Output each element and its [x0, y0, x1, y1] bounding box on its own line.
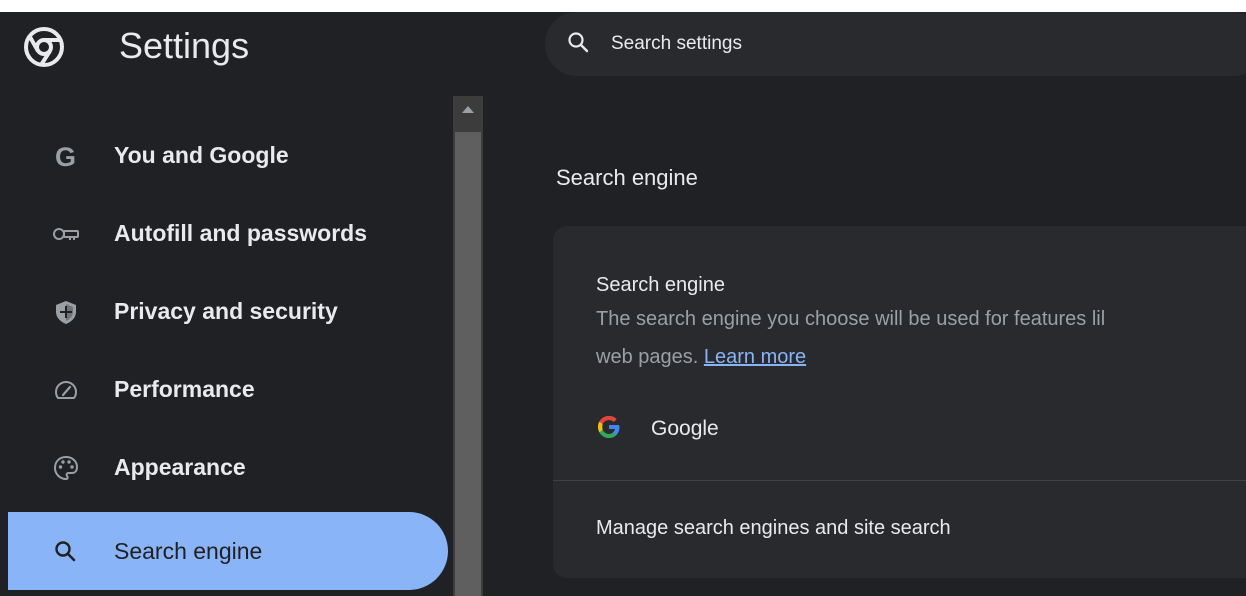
scrollbar-thumb[interactable] — [455, 132, 481, 596]
palette-icon — [52, 454, 80, 482]
search-input[interactable]: Search settings — [545, 12, 1246, 76]
sidebar-item-privacy[interactable]: Privacy and security — [8, 272, 448, 350]
sidebar-item-label: You and Google — [114, 142, 289, 168]
card-description: The search engine you choose will be use… — [596, 300, 1246, 376]
sidebar-item-appearance[interactable]: Appearance — [8, 428, 448, 506]
section-title: Search engine — [556, 165, 698, 190]
search-icon — [52, 538, 80, 566]
description-line-1: The search engine you choose will be use… — [596, 308, 1106, 330]
sidebar-item-label: Autofill and passwords — [114, 220, 368, 246]
scroll-up-arrow-icon[interactable] — [453, 96, 483, 130]
svg-text:G: G — [55, 142, 76, 170]
shield-icon — [52, 298, 80, 326]
chrome-logo-icon — [24, 27, 64, 67]
sidebar-item-label: Performance — [114, 376, 255, 402]
search-icon — [567, 31, 589, 53]
sidebar-scrollbar[interactable] — [453, 96, 483, 596]
card-title: Search engine — [596, 274, 725, 296]
selected-engine-label[interactable]: Google — [651, 416, 719, 442]
manage-search-engines-label: Manage search engines and site search — [596, 517, 951, 539]
sidebar-item-you-and-google[interactable]: G You and Google — [8, 116, 448, 194]
sidebar-item-label: Search engine — [114, 538, 263, 564]
key-icon — [52, 220, 80, 248]
sidebar-item-label: Appearance — [114, 454, 246, 480]
speedometer-icon — [52, 376, 80, 404]
sidebar-item-performance[interactable]: Performance — [8, 350, 448, 428]
sidebar-item-search-engine[interactable]: Search engine — [8, 512, 448, 590]
learn-more-link[interactable]: Learn more — [704, 346, 806, 368]
description-line-2: web pages. — [596, 346, 699, 368]
page-title: Settings — [119, 25, 250, 66]
google-g-icon: G — [52, 142, 80, 172]
google-color-g-icon — [596, 414, 622, 440]
manage-search-engines-row[interactable]: Manage search engines and site search — [553, 481, 1246, 578]
search-engine-card: Search engine The search engine you choo… — [553, 226, 1246, 578]
settings-window: Settings Search settings G You and Googl… — [0, 12, 1246, 596]
search-placeholder: Search settings — [611, 33, 742, 54]
sidebar-item-autofill[interactable]: Autofill and passwords — [8, 194, 448, 272]
sidebar-item-label: Privacy and security — [114, 298, 338, 324]
